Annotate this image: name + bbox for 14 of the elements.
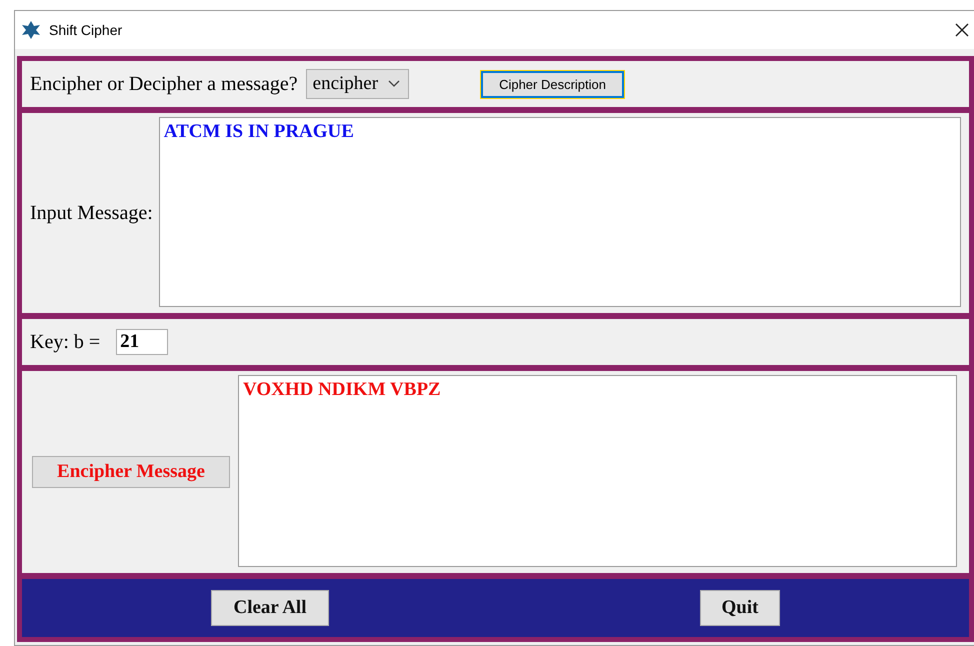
- chevron-icon: [388, 80, 400, 88]
- mode-dropdown[interactable]: encipher: [306, 69, 410, 99]
- mode-label: Encipher or Decipher a message?: [30, 72, 298, 96]
- clear-button[interactable]: Clear All: [211, 590, 329, 626]
- key-label: Key: b =: [30, 330, 100, 354]
- close-icon[interactable]: [954, 22, 970, 38]
- key-field[interactable]: 21: [116, 329, 168, 355]
- cipher-description-button[interactable]: Cipher Description: [481, 70, 624, 98]
- output-text-area[interactable]: VOXHD NDIKM VBPZ: [238, 375, 957, 567]
- quit-button[interactable]: Quit: [700, 590, 780, 626]
- window-title: Shift Cipher: [49, 22, 124, 38]
- input-text-area[interactable]: ATCM IS IN PRAGUE: [158, 117, 961, 307]
- app-icon: [21, 20, 41, 40]
- input-label: Input Message:: [30, 202, 153, 224]
